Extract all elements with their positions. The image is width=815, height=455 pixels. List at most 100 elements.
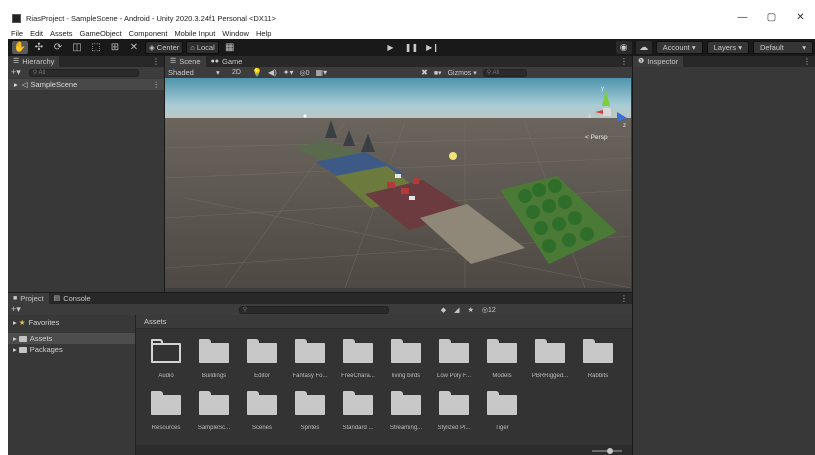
panel-menu-icon[interactable]: ⋮ (620, 56, 628, 67)
folder-icon (295, 339, 325, 363)
grid-toggle-icon[interactable]: ▦▾ (316, 68, 328, 77)
filter-label-icon[interactable]: ◢ (454, 306, 459, 314)
expand-arrow-icon[interactable]: ▸ (14, 80, 18, 89)
grid-snap-icon[interactable]: ▦ (222, 41, 238, 54)
camera-icon[interactable]: ■▾ (434, 69, 442, 77)
packages-row[interactable]: ▸ Packages (8, 344, 135, 355)
asset-folder[interactable]: Audio (142, 333, 190, 381)
scene-menu-icon[interactable]: ⋮ (153, 80, 161, 89)
menu-file[interactable]: File (11, 29, 23, 38)
menu-component[interactable]: Component (129, 29, 168, 38)
layout-dropdown[interactable]: Default ▾ (753, 41, 813, 54)
hand-tool-icon[interactable]: ✋ (12, 41, 28, 54)
expand-arrow-icon[interactable]: ▸ (13, 334, 17, 343)
scene-name: SampleScene (30, 80, 78, 89)
breadcrumb[interactable]: Assets (136, 315, 632, 329)
asset-folder[interactable]: Fantasy Fo... (286, 333, 334, 381)
menu-assets[interactable]: Assets (50, 29, 73, 38)
create-button[interactable]: +▾ (11, 67, 21, 78)
filter-type-icon[interactable]: ◆ (441, 306, 446, 314)
create-button[interactable]: +▾ (11, 304, 21, 315)
asset-folder[interactable]: Tiger (478, 385, 526, 433)
maximize-button[interactable]: ▢ (757, 10, 786, 27)
tab-scene[interactable]: ☰ Scene (165, 56, 206, 67)
collab-icon[interactable]: ◉ (615, 41, 632, 54)
asset-folder[interactable]: Low Poly F... (430, 333, 478, 381)
folder-icon (535, 339, 565, 363)
star-icon: ★ (18, 318, 26, 327)
icon-size-slider[interactable] (592, 448, 622, 454)
asset-folder[interactable]: Sprites (286, 385, 334, 433)
effects-toggle-icon[interactable]: ✦▾ (283, 68, 294, 77)
expand-arrow-icon[interactable]: ▸ (13, 318, 17, 327)
audio-toggle-icon[interactable]: ◀) (268, 68, 277, 77)
panel-menu-icon[interactable]: ⋮ (803, 56, 811, 67)
menu-mobile-input[interactable]: Mobile Input (174, 29, 215, 38)
project-status-bar (136, 445, 632, 455)
account-dropdown[interactable]: Account ▾ (655, 41, 703, 54)
tab-console[interactable]: ▤ Console (49, 293, 96, 304)
transform-tool-icon[interactable]: ⊞ (107, 41, 123, 54)
scale-tool-icon[interactable]: ◫ (69, 41, 85, 54)
gizmos-dropdown[interactable]: Gizmos ▾ (448, 69, 477, 77)
tab-inspector[interactable]: ❶ Inspector (633, 56, 684, 67)
hidden-objects-toggle[interactable]: ◎0 (300, 69, 310, 77)
draw-mode-dropdown[interactable]: Shaded ▾ (168, 68, 228, 77)
hidden-packages-toggle[interactable]: ◎12 (482, 306, 496, 314)
folder-icon (199, 391, 229, 415)
star-filter-icon[interactable]: ★ (468, 306, 474, 314)
asset-folder[interactable]: SampleSc... (190, 385, 238, 433)
asset-folder[interactable]: Stylized Pl... (430, 385, 478, 433)
menu-help[interactable]: Help (256, 29, 271, 38)
mode-2d-toggle[interactable]: 2D (232, 69, 250, 76)
panel-menu-icon[interactable]: ⋮ (152, 56, 160, 67)
tab-hierarchy[interactable]: ☰ Hierarchy (8, 56, 60, 67)
assets-row[interactable]: ▸ Assets (8, 333, 135, 344)
asset-folder[interactable]: PBRRigged... (526, 333, 574, 381)
menu-window[interactable]: Window (222, 29, 249, 38)
asset-folder[interactable]: FreeChara... (334, 333, 382, 381)
asset-folder[interactable]: Scenes (238, 385, 286, 433)
pivot-center-button[interactable]: ◈ Center (145, 41, 184, 54)
light-gizmo-icon[interactable] (449, 152, 457, 160)
asset-folder[interactable]: Rabbits (574, 333, 622, 381)
move-tool-icon[interactable]: ✣ (31, 41, 47, 54)
step-button[interactable]: ▶❙ (422, 41, 443, 54)
pivot-local-button[interactable]: ⌂ Local (186, 41, 219, 54)
expand-arrow-icon[interactable]: ▸ (13, 345, 17, 354)
scene-search-input[interactable]: ⚲ All (482, 68, 527, 77)
rotate-tool-icon[interactable]: ⟳ (50, 41, 66, 54)
title-bar: RiasProject - SampleScene - Android - Un… (8, 10, 815, 27)
asset-folder[interactable]: Models (478, 333, 526, 381)
pause-button[interactable]: ❚❚ (401, 41, 422, 54)
close-button[interactable]: ✕ (786, 10, 815, 27)
persp-label[interactable]: < Persp (585, 134, 608, 141)
favorites-row[interactable]: ▸ ★ Favorites (8, 317, 135, 328)
panel-menu-icon[interactable]: ⋮ (620, 293, 628, 304)
asset-folder[interactable]: living birds (382, 333, 430, 381)
asset-folder[interactable]: Standard ... (334, 385, 382, 433)
folder-icon (18, 335, 27, 342)
play-button[interactable]: ▶ (380, 41, 401, 54)
custom-tool-icon[interactable]: ✕ (126, 41, 142, 54)
lighting-toggle-icon[interactable]: 💡 (252, 68, 262, 77)
tab-project[interactable]: ■ Project (8, 293, 49, 304)
layers-dropdown[interactable]: Layers ▾ (706, 41, 749, 54)
menu-gameobject[interactable]: GameObject (80, 29, 122, 38)
tab-game[interactable]: ●● Game (206, 56, 248, 67)
asset-folder[interactable]: Resources (142, 385, 190, 433)
project-toolbar: +▾ ⚲ ◆ ◢ ★ ◎12 (8, 304, 632, 315)
asset-folder[interactable]: Streaming... (382, 385, 430, 433)
scene-row[interactable]: ▸ ◁ SampleScene ⋮ (8, 79, 164, 90)
cloud-icon[interactable]: ☁ (635, 41, 652, 54)
hierarchy-search-input[interactable]: ⚲ All (28, 68, 139, 77)
slider-knob[interactable] (607, 448, 613, 454)
minimize-button[interactable]: — (728, 10, 757, 27)
asset-folder[interactable]: Editor (238, 333, 286, 381)
project-search-input[interactable]: ⚲ (238, 305, 389, 314)
asset-folder[interactable]: Buildings (190, 333, 238, 381)
rect-tool-icon[interactable]: ⬚ (88, 41, 104, 54)
scene-viewport[interactable]: y x z < Persp (165, 78, 631, 288)
tools-icon[interactable]: ✖ (421, 68, 428, 77)
menu-edit[interactable]: Edit (30, 29, 43, 38)
